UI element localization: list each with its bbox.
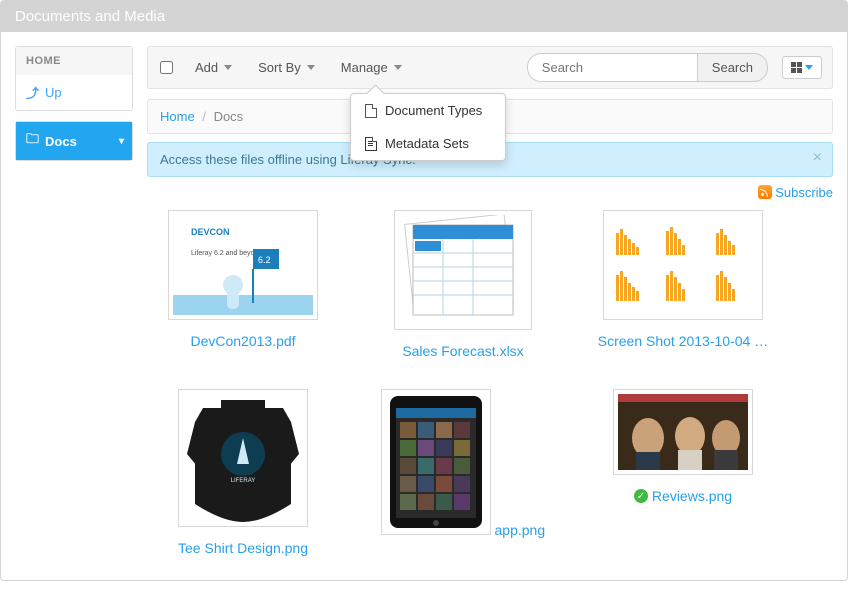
- sidebar-up-label: Up: [45, 85, 62, 100]
- portlet-title: Documents and Media: [1, 1, 847, 32]
- file-label: app.png: [495, 522, 546, 538]
- caret-down-icon: [307, 65, 315, 70]
- select-all-checkbox[interactable]: [160, 61, 173, 74]
- sidebar-folder-label: Docs: [45, 134, 77, 149]
- sidebar: HOME ⤴ Up 🗀 Docs ▾: [15, 46, 133, 171]
- file-label: ✓ Reviews.png: [634, 488, 732, 504]
- search-group: Search: [527, 53, 768, 82]
- sidebar-up[interactable]: ⤴ Up: [16, 75, 132, 110]
- caret-down-icon: [394, 65, 402, 70]
- caret-down-icon: [224, 65, 232, 70]
- file-tile[interactable]: app.png: [373, 389, 553, 556]
- document-icon: [365, 104, 377, 118]
- sidebar-home-header: HOME: [16, 47, 132, 75]
- sidebar-folder-docs[interactable]: 🗀 Docs ▾: [16, 122, 132, 160]
- file-thumbnail: DEVCON Liferay 6.2 and beyond 6.2: [168, 210, 318, 320]
- file-grid: DEVCON Liferay 6.2 and beyond 6.2 DevCon…: [147, 200, 833, 566]
- manage-metadata-sets[interactable]: Metadata Sets: [351, 127, 505, 160]
- rss-icon: [758, 185, 772, 199]
- folder-icon: 🗀: [26, 130, 39, 152]
- file-tile[interactable]: LIFERAY Tee Shirt Design.png: [153, 389, 333, 556]
- sortby-label: Sort By: [258, 60, 301, 75]
- dropdown-item-label: Document Types: [385, 103, 482, 118]
- up-arrow-icon: ⤴: [26, 83, 39, 102]
- file-thumbnail: LIFERAY: [178, 389, 308, 527]
- file-tile[interactable]: DEVCON Liferay 6.2 and beyond 6.2 DevCon…: [153, 210, 333, 359]
- file-thumbnail: [381, 389, 491, 535]
- file-thumbnail: [613, 389, 753, 475]
- file-tile[interactable]: ✓ Reviews.png: [593, 389, 773, 556]
- grid-icon: [791, 62, 802, 73]
- file-label: DevCon2013.pdf: [190, 333, 295, 349]
- caret-down-icon: [805, 65, 813, 70]
- breadcrumb-separator: /: [202, 109, 206, 124]
- file-thumbnail: [394, 210, 532, 330]
- subscribe-row: Subscribe: [147, 185, 833, 200]
- alert-close-button[interactable]: ×: [813, 149, 822, 167]
- search-button[interactable]: Search: [697, 53, 768, 82]
- svg-text:Liferay 6.2 and beyond: Liferay 6.2 and beyond: [191, 250, 262, 257]
- svg-text:6.2: 6.2: [258, 255, 271, 265]
- breadcrumb-current: Docs: [214, 109, 244, 124]
- svg-text:LIFERAY: LIFERAY: [231, 478, 256, 484]
- main-panel: Add Sort By Manage Search: [147, 46, 833, 566]
- svg-text:DEVCON: DEVCON: [191, 227, 230, 237]
- toolbar: Add Sort By Manage Search: [147, 46, 833, 89]
- file-label: Sales Forecast.xlsx: [402, 343, 523, 359]
- add-label: Add: [195, 60, 218, 75]
- manage-button[interactable]: Manage: [331, 54, 412, 81]
- dropdown-item-label: Metadata Sets: [385, 136, 469, 151]
- file-label: Screen Shot 2013-10-04 …: [598, 333, 768, 349]
- documents-media-portlet: Documents and Media HOME ⤴ Up 🗀 Docs ▾: [0, 0, 848, 581]
- file-label: Tee Shirt Design.png: [178, 540, 308, 556]
- search-input[interactable]: [527, 53, 697, 82]
- file-thumbnail: [603, 210, 763, 320]
- manage-document-types[interactable]: Document Types: [351, 94, 505, 127]
- add-button[interactable]: Add: [185, 54, 242, 81]
- chevron-down-icon[interactable]: ▾: [119, 136, 124, 147]
- breadcrumb-home[interactable]: Home: [160, 109, 195, 124]
- file-tile[interactable]: Sales Forecast.xlsx: [373, 210, 553, 359]
- sortby-button[interactable]: Sort By: [248, 54, 325, 81]
- view-toggle-button[interactable]: [782, 56, 822, 79]
- manage-label: Manage: [341, 60, 388, 75]
- file-tile[interactable]: Screen Shot 2013-10-04 …: [593, 210, 773, 359]
- approved-icon: ✓: [634, 489, 648, 503]
- subscribe-link[interactable]: Subscribe: [775, 185, 833, 200]
- document-lines-icon: [365, 137, 377, 151]
- manage-dropdown: Document Types Metadata Sets: [350, 93, 506, 161]
